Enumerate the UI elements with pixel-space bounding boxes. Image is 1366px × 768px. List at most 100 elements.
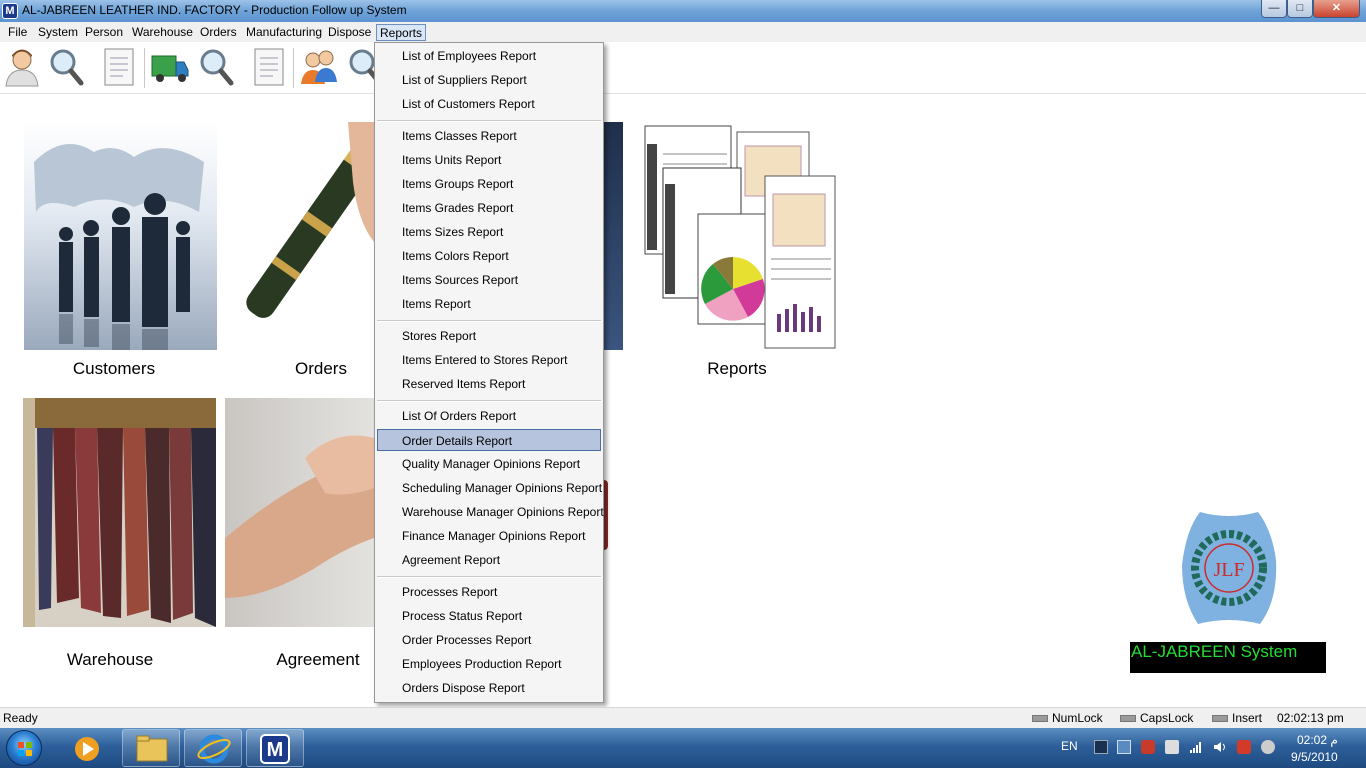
menu-item-employees-production-report[interactable]: Employees Production Report — [377, 653, 601, 675]
language-indicator[interactable]: EN — [1061, 739, 1078, 753]
menu-separator — [377, 120, 601, 122]
menu-item-agreement-report[interactable]: Agreement Report — [377, 549, 601, 571]
menu-item-quality-manager-opinions-report[interactable]: Quality Manager Opinions Report — [377, 453, 601, 475]
menu-item-items-colors-report[interactable]: Items Colors Report — [377, 245, 601, 267]
internet-explorer-icon[interactable] — [184, 729, 242, 767]
menu-orders[interactable]: Orders — [197, 24, 240, 41]
person-icon[interactable] — [2, 46, 42, 88]
tray-usb-icon[interactable] — [1165, 740, 1179, 754]
menu-warehouse[interactable]: Warehouse — [129, 24, 196, 41]
menu-item-items-units-report[interactable]: Items Units Report — [377, 149, 601, 171]
menu-separator — [377, 400, 601, 402]
agreement-tile[interactable] — [225, 398, 374, 627]
status-text: Ready — [3, 711, 38, 725]
menu-bar: File System Person Warehouse Orders Manu… — [0, 22, 1366, 42]
tray-volume-icon[interactable] — [1213, 740, 1227, 754]
hidden-tile[interactable] — [604, 122, 623, 350]
menu-separator — [377, 320, 601, 322]
warehouse-tile[interactable] — [23, 398, 216, 627]
logo-letters: JLF — [1213, 559, 1244, 581]
menu-item-suppliers-report[interactable]: List of Suppliers Report — [377, 69, 601, 91]
status-time: 02:02:13 pm — [1277, 711, 1344, 725]
tray-alert-icon[interactable] — [1141, 740, 1155, 754]
tray-misc-icon[interactable] — [1261, 740, 1275, 754]
capslock-label: CapsLock — [1140, 711, 1194, 725]
menu-system[interactable]: System — [35, 24, 81, 41]
menu-item-items-entered-stores-report[interactable]: Items Entered to Stores Report — [377, 349, 601, 371]
taskbar: M EN 02:02 م 9/5/2010 — [0, 728, 1366, 768]
menu-item-finance-manager-opinions-report[interactable]: Finance Manager Opinions Report — [377, 525, 601, 547]
customers-label[interactable]: Customers — [24, 359, 204, 379]
menu-item-warehouse-manager-opinions-report[interactable]: Warehouse Manager Opinions Report — [377, 501, 604, 523]
clock-time[interactable]: 02:02 م — [1297, 733, 1338, 747]
truck-icon[interactable] — [150, 46, 190, 88]
numlock-indicator: NumLock — [1032, 710, 1103, 727]
tray-keyboard-icon[interactable] — [1094, 740, 1108, 754]
menu-person[interactable]: Person — [82, 24, 126, 41]
menu-item-reserved-items-report[interactable]: Reserved Items Report — [377, 373, 601, 395]
title-bar: M AL-JABREEN LEATHER IND. FACTORY - Prod… — [0, 0, 1366, 22]
menu-manufacturing[interactable]: Manufacturing — [243, 24, 325, 41]
orders-label[interactable]: Orders — [281, 359, 361, 379]
indicator-led — [1120, 715, 1136, 722]
toolbar — [0, 42, 1366, 94]
minimize-button[interactable]: — — [1261, 0, 1287, 18]
menu-file[interactable]: File — [5, 24, 30, 41]
start-button[interactable] — [6, 730, 42, 766]
indicator-led — [1212, 715, 1228, 722]
capslock-indicator: CapsLock — [1120, 710, 1193, 727]
warehouse-label[interactable]: Warehouse — [20, 650, 200, 670]
reports-dropdown-menu: List of Employees Report List of Supplie… — [374, 42, 604, 703]
insert-label: Insert — [1232, 711, 1263, 725]
menu-item-items-groups-report[interactable]: Items Groups Report — [377, 173, 601, 195]
customers-tile[interactable] — [24, 122, 217, 350]
menu-item-items-sources-report[interactable]: Items Sources Report — [377, 269, 601, 291]
file-explorer-icon[interactable] — [122, 729, 180, 767]
close-button[interactable]: ✕ — [1313, 0, 1360, 18]
numlock-label: NumLock — [1052, 711, 1103, 725]
status-bar: Ready NumLock CapsLock Insert 02:02:13 p… — [0, 707, 1366, 728]
media-player-icon[interactable] — [62, 729, 120, 767]
reports-tile[interactable] — [643, 124, 837, 352]
menu-item-items-classes-report[interactable]: Items Classes Report — [377, 125, 601, 147]
menu-item-process-status-report[interactable]: Process Status Report — [377, 605, 601, 627]
menu-item-customers-report[interactable]: List of Customers Report — [377, 93, 601, 115]
company-logo: JLF — [1180, 510, 1278, 628]
app-icon-letter: M — [267, 739, 284, 761]
toolbar-separator — [293, 48, 294, 88]
menu-item-order-processes-report[interactable]: Order Processes Report — [377, 629, 601, 651]
menu-dispose[interactable]: Dispose — [325, 24, 374, 41]
document-icon[interactable] — [99, 46, 139, 88]
menu-item-scheduling-manager-opinions-report[interactable]: Scheduling Manager Opinions Report — [377, 477, 602, 499]
maximize-button[interactable]: □ — [1287, 0, 1313, 18]
hidden-tile-edge — [604, 480, 608, 550]
agreement-label[interactable]: Agreement — [268, 650, 368, 670]
menu-item-orders-dispose-report[interactable]: Orders Dispose Report — [377, 677, 601, 699]
tray-network-icon[interactable] — [1117, 740, 1131, 754]
orders-tile[interactable] — [228, 122, 374, 350]
window-title: AL-JABREEN LEATHER IND. FACTORY - Produc… — [22, 3, 407, 17]
clock-date[interactable]: 9/5/2010 — [1291, 750, 1338, 764]
logo-caption: AL-JABREEN System — [1130, 642, 1326, 673]
app-icon[interactable]: M — [246, 729, 304, 767]
menu-item-items-grades-report[interactable]: Items Grades Report — [377, 197, 601, 219]
search-icon[interactable] — [47, 46, 87, 88]
menu-item-items-sizes-report[interactable]: Items Sizes Report — [377, 221, 601, 243]
toolbar-separator — [144, 48, 145, 88]
document-icon[interactable] — [249, 46, 289, 88]
insert-indicator: Insert — [1212, 710, 1262, 727]
menu-item-items-report[interactable]: Items Report — [377, 293, 601, 315]
menu-item-stores-report[interactable]: Stores Report — [377, 325, 601, 347]
search-icon[interactable] — [197, 46, 237, 88]
app-icon[interactable]: M — [2, 3, 18, 19]
menu-reports[interactable]: Reports — [376, 24, 427, 41]
tray-signal-icon[interactable] — [1189, 740, 1203, 754]
indicator-led — [1032, 715, 1048, 722]
menu-item-processes-report[interactable]: Processes Report — [377, 581, 601, 603]
menu-item-employees-report[interactable]: List of Employees Report — [377, 45, 601, 67]
reports-label[interactable]: Reports — [697, 359, 777, 379]
menu-item-list-of-orders-report[interactable]: List Of Orders Report — [377, 405, 601, 427]
tray-security-icon[interactable] — [1237, 740, 1251, 754]
menu-item-order-details-report[interactable]: Order Details Report — [377, 429, 601, 451]
users-icon[interactable] — [299, 46, 339, 88]
